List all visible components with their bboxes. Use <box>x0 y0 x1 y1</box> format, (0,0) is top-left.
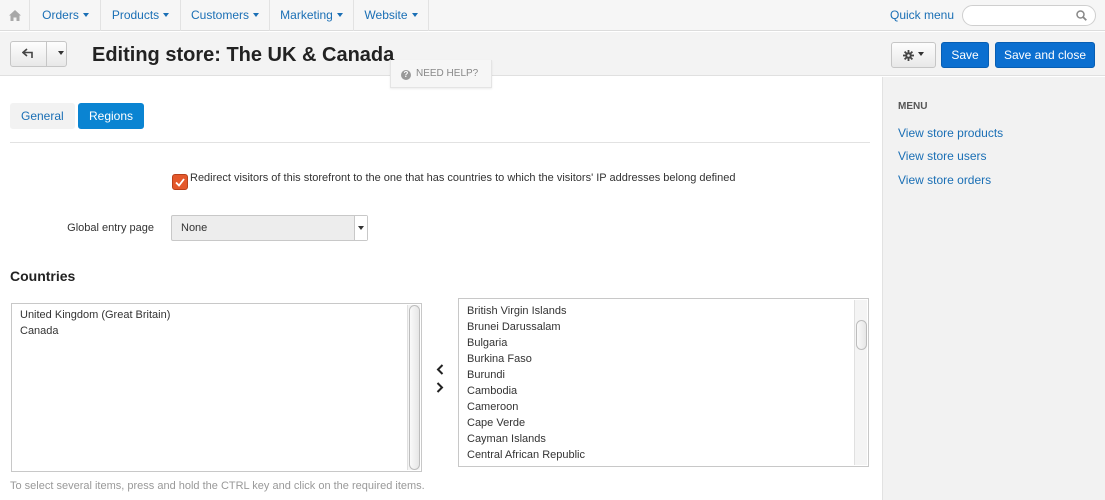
list-item[interactable]: Burkina Faso <box>467 353 532 365</box>
list-item[interactable]: Cayman Islands <box>467 433 546 445</box>
list-item[interactable]: Bulgaria <box>467 337 507 349</box>
scrollbar-thumb[interactable] <box>856 320 867 350</box>
back-arrow-icon <box>22 48 33 58</box>
chevron-down-icon <box>163 12 170 17</box>
nav-customers[interactable]: Customers <box>181 0 270 31</box>
move-right-button[interactable] <box>434 380 446 394</box>
scrollbar[interactable] <box>854 300 867 465</box>
nav-website-label: Website <box>364 8 408 22</box>
multi-select-hint: To select several items, press and hold … <box>10 480 425 492</box>
home-icon <box>8 10 21 21</box>
list-item[interactable]: British Virgin Islands <box>467 305 566 317</box>
search-input[interactable] <box>962 5 1096 26</box>
home-button[interactable] <box>0 0 30 31</box>
available-countries-list[interactable]: British Virgin Islands Brunei Darussalam… <box>458 298 869 467</box>
list-item[interactable]: Cameroon <box>467 401 518 413</box>
save-and-close-button[interactable]: Save and close <box>995 42 1095 68</box>
selected-countries-list[interactable]: United Kingdom (Great Britain) Canada <box>11 303 422 472</box>
redirect-checkbox[interactable] <box>172 174 188 190</box>
list-item[interactable]: Central African Republic <box>467 449 585 461</box>
nav-products[interactable]: Products <box>101 0 181 31</box>
chevron-left-icon <box>436 363 444 375</box>
list-item[interactable]: Cambodia <box>467 385 517 397</box>
button-divider <box>46 42 47 66</box>
need-help-label: NEED HELP? <box>416 68 479 79</box>
nav-products-label: Products <box>111 8 160 22</box>
list-item[interactable]: Cape Verde <box>467 417 525 429</box>
search-icon[interactable] <box>1076 10 1087 24</box>
chevron-down-icon <box>411 12 418 17</box>
settings-button[interactable] <box>891 42 936 68</box>
save-button[interactable]: Save <box>941 42 989 68</box>
check-icon <box>175 177 185 187</box>
entry-page-label: Global entry page <box>67 222 154 234</box>
nav-customers-label: Customers <box>190 8 249 22</box>
sidebar: MENU View store products View store user… <box>882 77 1105 500</box>
entry-page-select[interactable]: None <box>171 215 368 241</box>
countries-title: Countries <box>10 268 76 284</box>
select-arrow <box>354 216 367 240</box>
scrollbar[interactable] <box>407 305 420 470</box>
question-icon: ? <box>401 70 411 80</box>
sidebar-link-store-users[interactable]: View store users <box>898 149 986 163</box>
list-item[interactable]: Canada <box>20 325 59 337</box>
chevron-down-icon <box>358 226 364 230</box>
top-nav: Orders Products Customers Marketing Webs… <box>0 0 1105 31</box>
redirect-label: Redirect visitors of this storefront to … <box>190 172 736 184</box>
chevron-down-icon <box>253 12 259 17</box>
tab-general[interactable]: General <box>10 103 75 129</box>
page-title: Editing store: The UK & Canada <box>92 44 395 66</box>
chevron-down-icon <box>82 12 89 17</box>
page-header: Editing store: The UK & Canada Save Save… <box>0 32 1105 76</box>
nav-website[interactable]: Website <box>354 0 429 31</box>
chevron-down-icon <box>336 12 343 17</box>
entry-page-value: None <box>181 222 208 234</box>
list-item[interactable]: Burundi <box>467 369 505 381</box>
back-button[interactable] <box>10 41 67 67</box>
chevron-right-icon <box>436 381 444 393</box>
need-help-button[interactable]: ? NEED HELP? <box>390 60 492 88</box>
nav-orders[interactable]: Orders <box>31 0 101 31</box>
quick-menu-link[interactable]: Quick menu <box>890 0 954 31</box>
move-left-button[interactable] <box>434 362 446 376</box>
nav-marketing[interactable]: Marketing <box>270 0 354 31</box>
nav-marketing-label: Marketing <box>280 8 333 22</box>
sidebar-menu-title: MENU <box>898 101 928 112</box>
scrollbar-thumb[interactable] <box>409 305 420 470</box>
list-item[interactable]: Brunei Darussalam <box>467 321 561 333</box>
tabs-divider <box>10 142 870 143</box>
gear-icon <box>903 49 914 61</box>
tab-regions[interactable]: Regions <box>78 103 145 129</box>
chevron-down-icon[interactable] <box>58 51 64 55</box>
sidebar-link-store-orders[interactable]: View store orders <box>898 173 991 187</box>
list-item[interactable]: United Kingdom (Great Britain) <box>20 309 170 321</box>
sidebar-link-store-products[interactable]: View store products <box>898 126 1003 140</box>
nav-orders-label: Orders <box>42 8 79 22</box>
chevron-down-icon <box>918 52 924 56</box>
